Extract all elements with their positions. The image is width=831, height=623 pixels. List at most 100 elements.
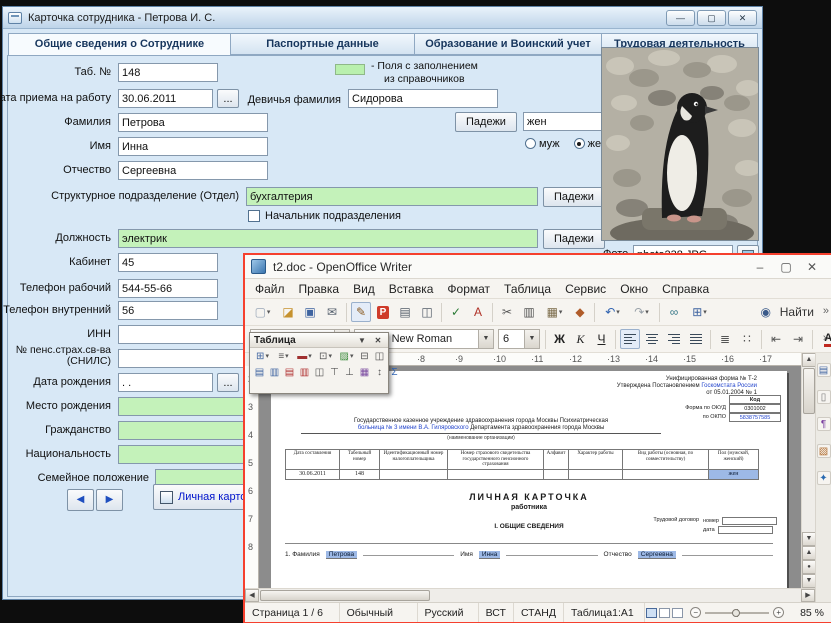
open-document-icon[interactable]: ◪ <box>278 302 298 322</box>
spellcheck-icon[interactable]: ✓ <box>446 302 466 322</box>
menu-item-3[interactable]: Вид <box>346 281 382 297</box>
next-record-button[interactable]: ▶ <box>96 489 123 511</box>
department-input[interactable] <box>246 187 538 206</box>
writer-minimize-button[interactable]: – <box>747 260 773 274</box>
table-background-icon[interactable]: ▨▾ <box>336 349 357 363</box>
menu-item-6[interactable]: Таблица <box>497 281 558 297</box>
copy-icon[interactable]: ▥ <box>519 302 539 322</box>
page-icon[interactable]: ▯ <box>817 390 831 404</box>
auto-spellcheck-icon[interactable]: A <box>468 302 488 322</box>
clone-formatting-icon[interactable]: ◆ <box>570 302 590 322</box>
increase-indent-icon[interactable]: ⇥ <box>788 329 808 349</box>
styles-icon[interactable]: ¶ <box>817 417 831 431</box>
writer-close-button[interactable]: ✕ <box>799 260 825 274</box>
font-size-combo[interactable]: 6▼ <box>498 329 540 349</box>
room-input[interactable] <box>118 253 218 272</box>
menu-item-2[interactable]: Правка <box>292 281 347 297</box>
insert-table-icon[interactable]: ⊞▾ <box>686 302 713 322</box>
menu-item-7[interactable]: Сервис <box>558 281 613 297</box>
page-preview-icon[interactable]: ◫ <box>417 302 437 322</box>
tab-no-input[interactable] <box>118 63 218 82</box>
insert-table-icon[interactable]: ⊞▾ <box>252 349 273 363</box>
menu-item-9[interactable]: Справка <box>655 281 716 297</box>
book-view-icon[interactable] <box>672 608 683 618</box>
single-page-view-icon[interactable] <box>646 608 657 618</box>
zoom-percent[interactable]: 85 % <box>790 603 831 622</box>
properties-icon[interactable]: ▤ <box>817 363 831 377</box>
status-page-style[interactable]: Обычный <box>340 603 418 622</box>
status-selection-mode[interactable]: СТАНД <box>514 603 564 622</box>
birth-date-browse-button[interactable]: ... <box>217 373 239 392</box>
scroll-down-icon[interactable]: ▼ <box>802 532 816 546</box>
first-name-input[interactable] <box>118 137 268 156</box>
cut-icon[interactable]: ✂ <box>497 302 517 322</box>
save-document-icon[interactable]: ▣ <box>300 302 320 322</box>
previous-page-icon[interactable]: ▲ <box>802 546 816 560</box>
optimize-table-icon[interactable]: ◫ <box>312 365 327 379</box>
find-label[interactable]: Найти <box>780 305 814 319</box>
delete-column-icon[interactable]: ▥ <box>297 365 312 379</box>
patronymic-input[interactable] <box>118 161 268 180</box>
previous-record-button[interactable]: ◀ <box>67 489 94 511</box>
email-document-icon[interactable]: ✉ <box>322 302 342 322</box>
work-phone-input[interactable] <box>118 279 218 298</box>
employee-tab-2[interactable]: Паспортные данные <box>230 33 415 55</box>
zoom-out-icon[interactable]: − <box>690 607 701 618</box>
document-page[interactable]: Унифицированная форма № Т-2 Утверждена П… <box>271 371 787 588</box>
italic-button[interactable]: К <box>571 330 590 349</box>
close-button[interactable]: ✕ <box>728 10 757 26</box>
edit-file-icon[interactable]: ✎ <box>351 302 371 322</box>
status-language[interactable]: Русский <box>418 603 479 622</box>
undo-icon[interactable]: ↶▾ <box>599 302 626 322</box>
writer-titlebar[interactable]: t2.doc - OpenOffice Writer – ▢ ✕ <box>245 255 831 279</box>
employee-window-titlebar[interactable]: Карточка сотрудника - Петрова И. С. — ▢ … <box>3 7 762 29</box>
insert-row-icon[interactable]: ▤ <box>252 365 267 379</box>
export-pdf-icon[interactable]: P <box>373 302 393 322</box>
scroll-left-icon[interactable]: ◀ <box>245 589 259 602</box>
toolbar-overflow-icon[interactable]: » <box>823 332 829 344</box>
horizontal-scrollbar[interactable]: ◀ ▶ <box>245 588 815 602</box>
gallery-icon[interactable]: ▧ <box>817 444 831 458</box>
sum-icon[interactable]: Σ <box>387 365 402 379</box>
palette-menu-icon[interactable]: ▼ <box>356 336 368 345</box>
vertical-ruler[interactable]: 2345678 <box>245 366 259 588</box>
align-top-icon[interactable]: ⊤ <box>327 365 342 379</box>
employee-tab-3[interactable]: Образование и Воинский учет <box>414 33 602 55</box>
line-style-icon[interactable]: ≡▾ <box>273 349 294 363</box>
find-icon[interactable]: ◉ <box>756 302 776 322</box>
chevron-down-icon[interactable]: ▼ <box>524 330 539 348</box>
chevron-down-icon[interactable]: ▼ <box>478 330 493 348</box>
internal-phone-input[interactable] <box>118 301 218 320</box>
navigator-icon[interactable]: ✦ <box>817 471 831 485</box>
justify-icon[interactable] <box>686 329 706 349</box>
department-cases-button[interactable]: Падежи <box>543 187 605 207</box>
hire-date-input[interactable] <box>118 89 213 108</box>
merge-cells-icon[interactable]: ⊟ <box>357 349 372 363</box>
autoformat-table-icon[interactable]: ▦ <box>357 365 372 379</box>
employee-tab-1[interactable]: Общие сведения о Сотруднике <box>8 33 231 57</box>
hire-date-browse-button[interactable]: ... <box>217 89 239 108</box>
next-page-icon[interactable]: ▼ <box>802 574 816 588</box>
status-insert-mode[interactable]: ВСТ <box>479 603 514 622</box>
split-cells-icon[interactable]: ◫ <box>372 349 387 363</box>
underline-button[interactable]: Ч <box>592 330 611 349</box>
align-bottom-icon[interactable]: ⊥ <box>342 365 357 379</box>
vertical-scroll-thumb[interactable] <box>803 368 815 414</box>
vertical-scrollbar[interactable]: ▲ ▼ ▲ ● ▼ <box>801 353 815 588</box>
menu-item-4[interactable]: Вставка <box>382 281 441 297</box>
position-input[interactable] <box>118 229 538 248</box>
birth-date-input[interactable] <box>118 373 213 392</box>
gender-male-radio[interactable]: муж <box>525 138 560 150</box>
scroll-up-icon[interactable]: ▲ <box>802 353 816 367</box>
position-cases-button[interactable]: Падежи <box>543 229 605 249</box>
redo-icon[interactable]: ↷▾ <box>628 302 655 322</box>
insert-column-icon[interactable]: ▥ <box>267 365 282 379</box>
zoom-in-icon[interactable]: + <box>773 607 784 618</box>
decrease-indent-icon[interactable]: ⇤ <box>766 329 786 349</box>
align-center-icon[interactable] <box>642 329 662 349</box>
align-left-icon[interactable] <box>620 329 640 349</box>
head-of-department-checkbox[interactable]: Начальник подразделения <box>248 210 401 222</box>
zoom-slider[interactable]: − + <box>690 607 784 618</box>
new-document-icon[interactable]: ▢▾ <box>249 302 276 322</box>
borders-icon[interactable]: ⊡▾ <box>315 349 336 363</box>
